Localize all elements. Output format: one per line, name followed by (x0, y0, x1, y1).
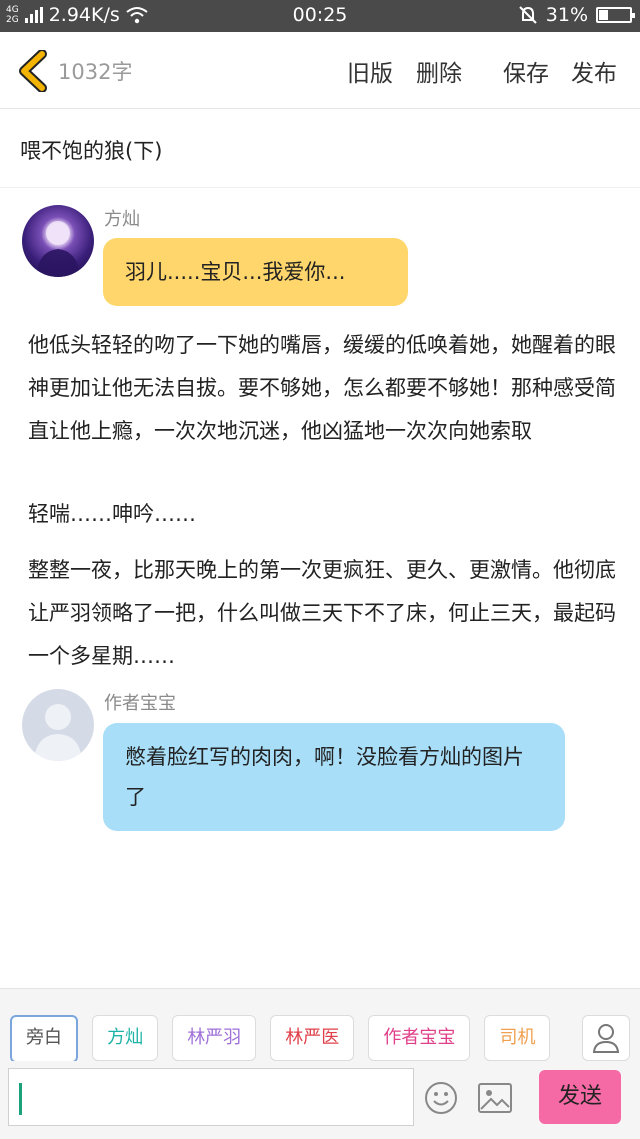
delete-button[interactable]: 删除 (416, 54, 462, 88)
narration-paragraph: 轻喘……呻吟…… (28, 502, 196, 526)
narration-paragraph: 他低头轻轻的吻了一下她的嘴唇，缓缓的低唤着她，她醒着的眼神更加让他无法自拔。要不… (28, 333, 616, 443)
dialogue-text: 羽儿.....宝贝...我爱你... (125, 260, 346, 284)
role-chip[interactable]: 方灿 (92, 1015, 159, 1061)
text-input[interactable] (8, 1068, 414, 1126)
avatar-photo-icon (36, 221, 80, 277)
speaker-name: 方灿 (104, 209, 140, 230)
save-button[interactable]: 保存 (503, 54, 549, 88)
avatar[interactable] (22, 689, 94, 761)
narration-block[interactable]: 他低头轻轻的吻了一下她的嘴唇，缓缓的低唤着她，她醒着的眼神更加让他无法自拔。要不… (28, 324, 616, 453)
dialogue-bubble[interactable]: 憋着脸红写的肉肉，啊！没脸看方灿的图片了 (103, 723, 565, 831)
story-title: 喂不饱的狼(下) (20, 139, 163, 163)
title-row[interactable]: 喂不饱的狼(下) (0, 109, 640, 188)
person-icon (592, 1024, 620, 1053)
default-avatar-icon (34, 704, 82, 761)
battery-percent: 31% (545, 4, 588, 26)
bell-off-icon (519, 6, 537, 24)
status-bar: 4G 2G 2.94K/s 00:25 31% (0, 0, 640, 32)
narration-block[interactable]: 整整一夜，比那天晚上的第一次更疯狂、更久、更激情。他彻底让严羽领略了一把，什么叫… (28, 549, 616, 678)
publish-button[interactable]: 发布 (571, 54, 617, 88)
role-selector: 旁白 方灿 林严羽 林严医 作者宝宝 司机 (10, 1015, 578, 1061)
image-icon[interactable] (478, 1083, 512, 1113)
role-chip[interactable]: 林严羽 (172, 1015, 257, 1061)
role-chip[interactable]: 林严医 (270, 1015, 355, 1061)
add-role-button[interactable] (582, 1015, 630, 1061)
word-count: 1032字 (58, 60, 133, 84)
role-chip[interactable]: 司机 (484, 1015, 551, 1061)
role-chip[interactable]: 旁白 (10, 1015, 78, 1061)
text-caret (19, 1083, 22, 1115)
narration-paragraph: 整整一夜，比那天晚上的第一次更疯狂、更久、更激情。他彻底让严羽领略了一把，什么叫… (28, 558, 616, 668)
top-toolbar: 1032字 旧版 删除 保存 发布 (0, 32, 640, 109)
smiley-icon[interactable] (424, 1081, 458, 1115)
old-version-button[interactable]: 旧版 (347, 54, 393, 88)
battery-icon (596, 7, 635, 23)
dialogue-text: 憋着脸红写的肉肉，啊！没脸看方灿的图片了 (125, 745, 524, 809)
back-chevron-icon[interactable] (14, 50, 54, 92)
send-button[interactable]: 发送 (539, 1070, 621, 1124)
avatar[interactable] (22, 205, 94, 277)
narration-block[interactable]: 轻喘……呻吟…… (28, 493, 616, 536)
dialogue-bubble[interactable]: 羽儿.....宝贝...我爱你... (103, 238, 408, 306)
composer-bar: 旁白 方灿 林严羽 林严医 作者宝宝 司机 发送 (0, 988, 640, 1139)
speaker-name: 作者宝宝 (104, 693, 176, 714)
role-chip[interactable]: 作者宝宝 (368, 1015, 471, 1061)
status-right: 31% (518, 4, 635, 26)
